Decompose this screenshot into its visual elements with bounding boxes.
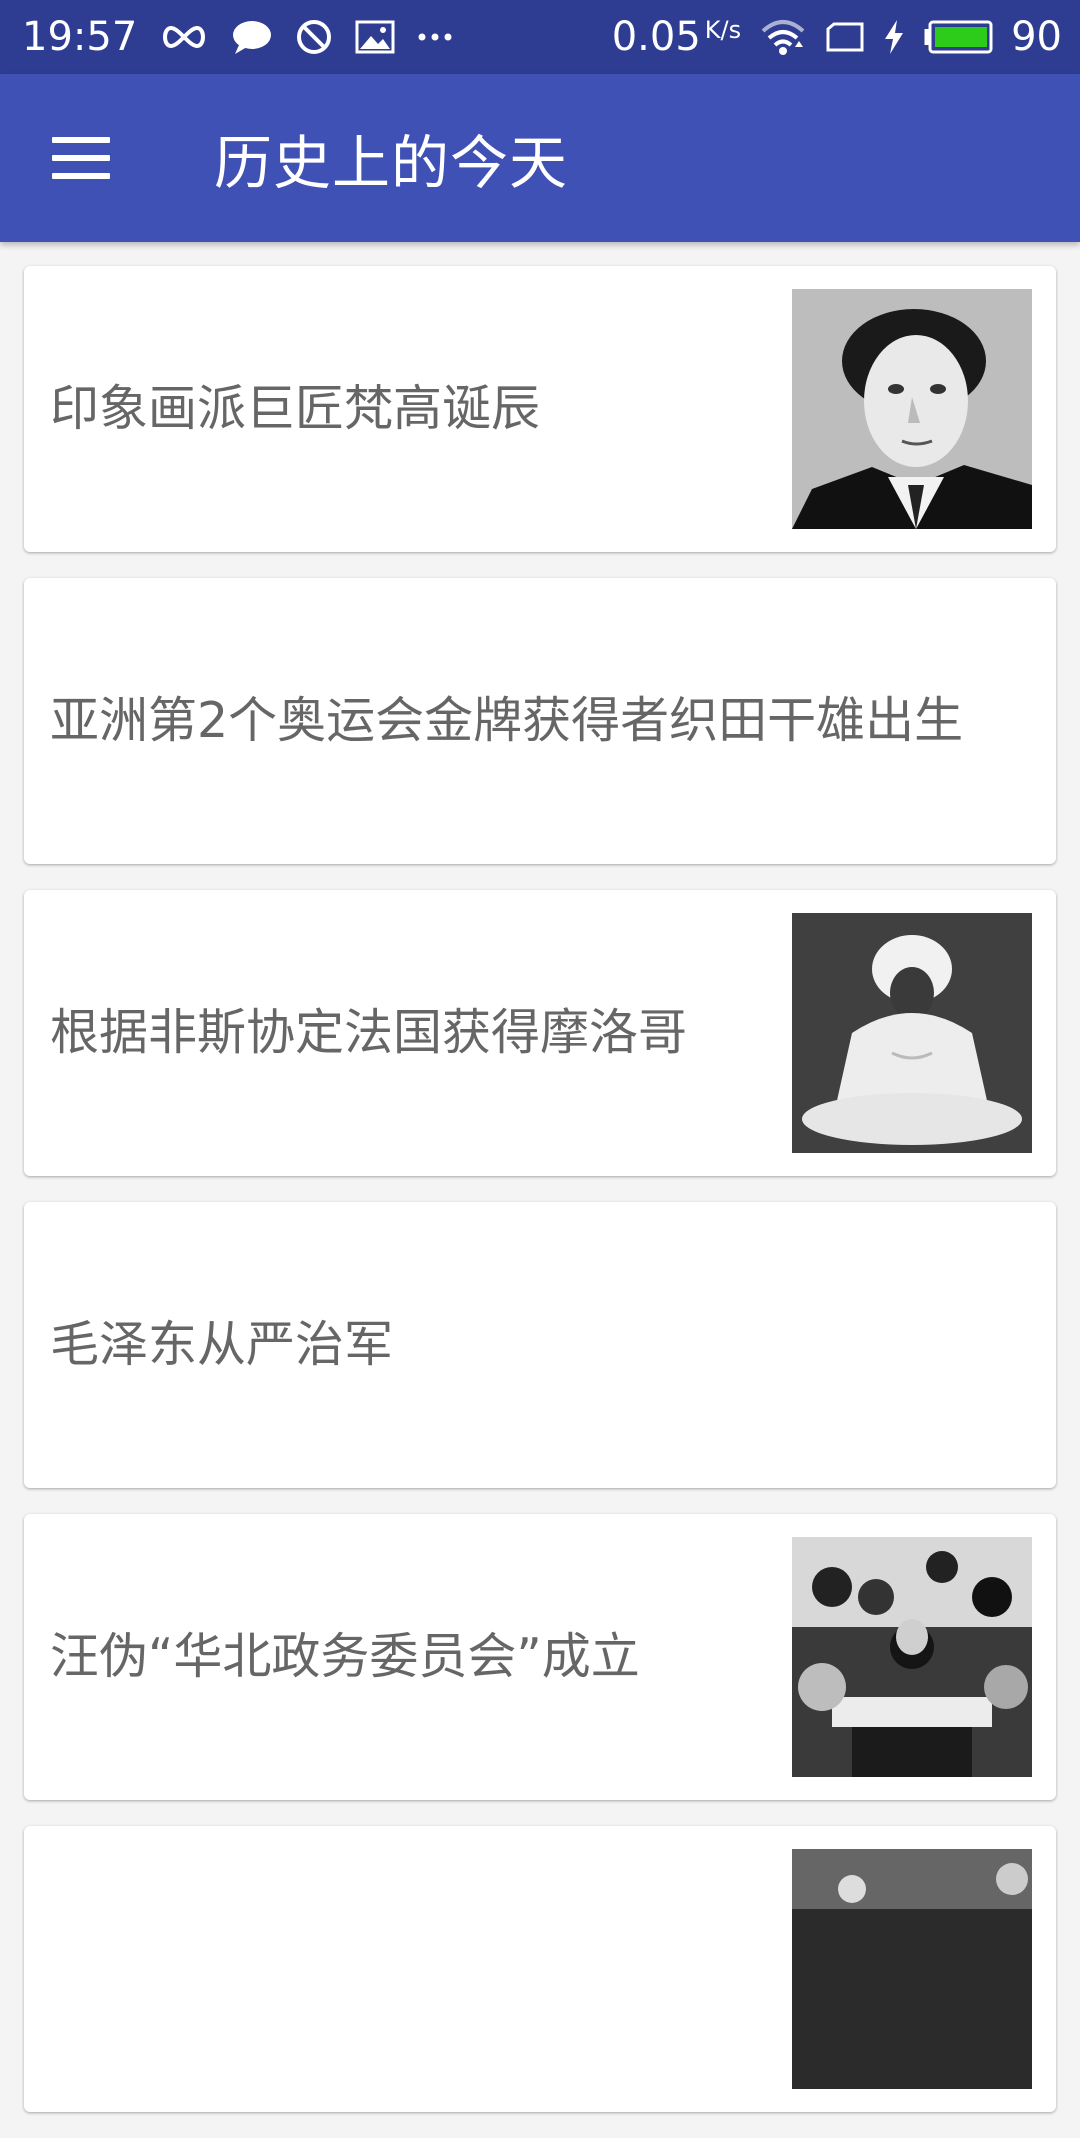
event-thumbnail	[792, 289, 1032, 529]
event-title: 印象画派巨匠梵高诞辰	[50, 380, 541, 437]
network-speed-unit: K/s	[704, 16, 742, 44]
event-card[interactable]: 印象画派巨匠梵高诞辰	[24, 266, 1056, 552]
wifi-icon	[759, 17, 807, 57]
event-title: 亚洲第2个奥运会金牌获得者织田干雄出生	[50, 692, 964, 749]
status-bar: 19:57 0.05 K/s 90	[0, 0, 1080, 74]
event-title: 毛泽东从严治军	[50, 1316, 394, 1373]
event-thumbnail	[792, 913, 1032, 1153]
event-card[interactable]: 根据非斯协定法国获得摩洛哥	[24, 890, 1056, 1176]
event-thumbnail	[792, 1537, 1032, 1777]
event-list: 印象画派巨匠梵高诞辰 亚洲第2个奥运会金牌获得者织田干雄出生 根据非斯协定法国获…	[24, 266, 1056, 2138]
event-card[interactable]	[24, 1826, 1056, 2112]
app-bar: 历史上的今天	[0, 74, 1080, 242]
chat-bubble-icon	[231, 19, 273, 55]
event-card[interactable]: 亚洲第2个奥运会金牌获得者织田干雄出生	[24, 578, 1056, 864]
screen-icon	[825, 21, 865, 53]
menu-button[interactable]	[0, 74, 166, 242]
block-icon	[295, 18, 333, 56]
infinity-icon	[159, 22, 209, 52]
more-dots-icon	[417, 32, 453, 42]
battery-level: 90	[1011, 14, 1062, 60]
page-title: 历史上的今天	[214, 129, 569, 197]
event-card[interactable]: 汪伪“华北政务委员会”成立	[24, 1514, 1056, 1800]
network-speed: 0.05 K/s	[612, 14, 741, 60]
battery-icon	[923, 20, 993, 54]
status-time: 19:57	[22, 14, 138, 60]
event-card[interactable]: 毛泽东从严治军	[24, 1202, 1056, 1488]
charging-bolt-icon	[883, 19, 905, 55]
network-speed-value: 0.05	[611, 14, 701, 60]
image-icon	[355, 20, 395, 54]
event-title: 根据非斯协定法国获得摩洛哥	[50, 1004, 688, 1061]
event-title: 汪伪“华北政务委员会”成立	[50, 1628, 640, 1685]
event-thumbnail	[792, 1849, 1032, 2089]
hamburger-menu-icon	[52, 137, 110, 179]
